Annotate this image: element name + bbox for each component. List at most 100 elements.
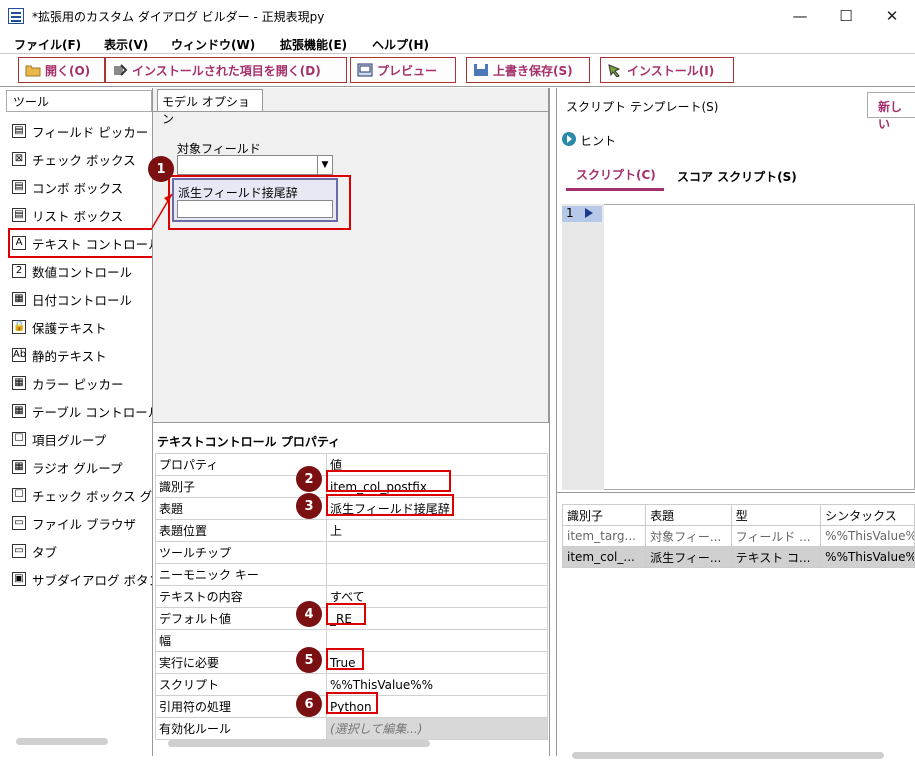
tool-item[interactable]: ⊠ チェック ボックス: [12, 148, 136, 170]
tool-icon: ⊠: [12, 152, 26, 166]
tool-icon: ▤: [12, 208, 26, 222]
property-value[interactable]: [326, 541, 548, 564]
tool-item[interactable]: ▦ テーブル コントロール: [12, 400, 160, 422]
highlight-quote: [326, 692, 378, 714]
hint-label[interactable]: ヒント: [580, 132, 616, 149]
menu-file[interactable]: ファイル(F): [14, 36, 81, 53]
property-name: ツールチップ: [155, 541, 327, 564]
tools-scrollbar[interactable]: [16, 738, 108, 745]
tool-icon: ▦: [12, 292, 26, 306]
maximize-button[interactable]: ☐: [823, 0, 869, 32]
script-template-label: スクリプト テンプレート(S): [566, 100, 719, 114]
controls-cell: 派生フィー...: [645, 546, 732, 568]
tool-icon: ▦: [12, 404, 26, 418]
property-value[interactable]: [326, 563, 548, 586]
tool-label: タブ: [32, 544, 58, 560]
highlight-caption: [326, 494, 454, 516]
current-line-icon: [585, 208, 593, 218]
right-scrollbar[interactable]: [572, 752, 884, 759]
property-row[interactable]: ツールチップ: [155, 541, 548, 564]
install-button[interactable]: インストール(I): [600, 57, 734, 83]
target-field-combo[interactable]: ▼: [177, 155, 333, 175]
tool-icon: ▦: [12, 460, 26, 474]
tab-divider: [153, 111, 548, 112]
tab-active-indicator: [566, 188, 664, 191]
property-name: ニーモニック キー: [155, 563, 327, 586]
tool-label: フィールド ピッカー: [32, 124, 149, 140]
tool-icon: ▭: [12, 516, 26, 530]
controls-row[interactable]: item_targ... 対象フィー... フィールド ... %%ThisValue…: [561, 525, 915, 547]
controls-header-cell: 識別子: [561, 504, 647, 526]
tool-item[interactable]: ▤ リスト ボックス: [12, 204, 123, 226]
open-label: 開く(O): [45, 63, 91, 78]
tool-icon: ▦: [12, 376, 26, 390]
tool-label: 項目グループ: [32, 432, 107, 448]
highlight-box-canvas: [168, 175, 351, 230]
chevron-down-icon[interactable]: ▼: [317, 156, 332, 174]
tool-item[interactable]: ▤ フィールド ピッカー: [12, 120, 148, 142]
tool-icon: 2: [12, 264, 26, 278]
minimize-button[interactable]: —: [777, 0, 823, 32]
tab-score-script[interactable]: スコア スクリプト(S): [677, 168, 797, 185]
app-icon: [8, 8, 24, 24]
properties-scrollbar[interactable]: [168, 740, 430, 747]
tool-item[interactable]: ▦ ラジオ グループ: [12, 456, 122, 478]
tool-label: テーブル コントロール: [32, 404, 161, 420]
tool-item[interactable]: ▦ カラー ピッカー: [12, 372, 123, 394]
preview-label: プレビュー: [377, 63, 438, 78]
property-value[interactable]: (選択して編集...): [326, 717, 548, 740]
property-row[interactable]: 表題位置上: [155, 519, 548, 542]
property-value[interactable]: 上: [326, 519, 548, 542]
callout-badge-4: 4: [296, 601, 322, 627]
controls-row[interactable]: item_col_... 派生フィー... テキスト コ... %%ThisValue…: [561, 546, 915, 568]
property-row[interactable]: 有効化ルール (選択して編集...): [155, 717, 548, 740]
controls-cell: %%ThisValue%%: [820, 546, 915, 568]
tool-label: 静的テキスト: [32, 348, 107, 364]
right-bottom-splitter[interactable]: [557, 492, 915, 498]
script-editor[interactable]: [562, 204, 915, 490]
callout-badge-1: 1: [148, 156, 174, 182]
tool-item[interactable]: ▭ タブ: [12, 540, 57, 562]
tool-item[interactable]: 🔒 保護テキスト: [12, 316, 107, 338]
open-installed-button[interactable]: インストールされた項目を開く(D): [105, 57, 347, 83]
tool-icon: ▣: [12, 572, 26, 586]
tool-item[interactable]: Ab 静的テキスト: [12, 344, 107, 366]
dialog-canvas[interactable]: [153, 88, 549, 422]
tool-item[interactable]: ▤ コンボ ボックス: [12, 176, 123, 198]
tool-item[interactable]: ▭ ファイル ブラウザ: [12, 512, 136, 534]
highlight-required: [326, 648, 364, 670]
tool-item[interactable]: ▣ サブダイアログ ボタン: [12, 568, 161, 590]
tool-icon: ▤: [12, 180, 26, 194]
menu-help[interactable]: ヘルプ(H): [372, 36, 429, 53]
tool-label: 数値コントロール: [32, 264, 133, 280]
menu-window[interactable]: ウィンドウ(W): [171, 36, 255, 53]
save-button[interactable]: 上書き保存(S): [466, 57, 590, 83]
save-label: 上書き保存(S): [493, 63, 573, 78]
tools-header: ツール: [6, 90, 152, 112]
menu-extensions[interactable]: 拡張機能(E): [280, 36, 347, 53]
preview-button[interactable]: プレビュー: [350, 57, 456, 83]
controls-cell: 対象フィー...: [645, 525, 732, 547]
highlight-identifier: [326, 470, 451, 492]
new-button[interactable]: 新しい: [867, 92, 915, 131]
tab-model-options[interactable]: モデル オプション: [157, 89, 263, 126]
line-number: 1: [566, 206, 574, 220]
tool-item[interactable]: ▦ 日付コントロール: [12, 288, 132, 310]
save-icon: [474, 64, 488, 76]
tool-item[interactable]: ☐ 項目グループ: [12, 428, 106, 450]
open-button[interactable]: 開く(O): [18, 57, 105, 83]
menu-view[interactable]: 表示(V): [104, 36, 148, 53]
play-icon[interactable]: [562, 132, 576, 146]
controls-cell: item_targ...: [561, 525, 647, 547]
tool-label: 日付コントロール: [32, 292, 133, 308]
tool-label: コンボ ボックス: [32, 180, 124, 196]
title-bar: *拡張用のカスタム ダイアログ ビルダー - 正規表現py — ☐ ✕: [0, 0, 915, 32]
controls-cell: item_col_...: [561, 546, 647, 568]
tool-label: 保護テキスト: [32, 320, 107, 336]
close-button[interactable]: ✕: [869, 0, 915, 32]
right-splitter[interactable]: [549, 88, 557, 756]
controls-header: 識別子 表題型シンタックス: [561, 504, 915, 526]
tool-item[interactable]: 2 数値コントロール: [12, 260, 132, 282]
tab-script[interactable]: スクリプト(C): [576, 166, 656, 183]
property-row[interactable]: ニーモニック キー: [155, 563, 548, 586]
